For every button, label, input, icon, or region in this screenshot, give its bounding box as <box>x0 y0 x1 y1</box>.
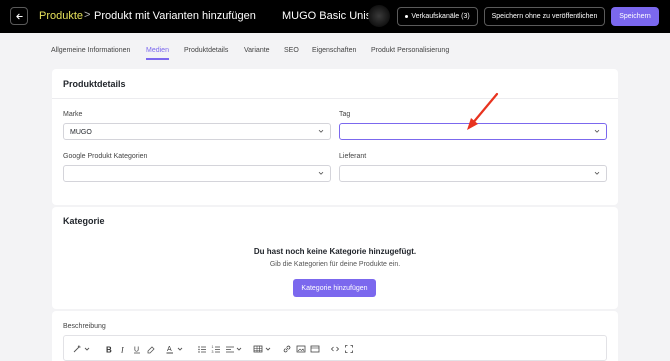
page-title: Produkt mit Varianten hinzufügen <box>94 10 256 22</box>
product-details-title: Produktdetails <box>63 79 126 89</box>
save-without-publish-button[interactable]: Speichern ohne zu veröffentlichen <box>484 7 605 26</box>
active-tab-indicator <box>146 58 169 60</box>
chevron-down-icon[interactable] <box>177 344 183 354</box>
chevron-down-icon[interactable] <box>265 344 271 354</box>
svg-text:B: B <box>106 346 112 355</box>
tab-product-details[interactable]: Produktdetails <box>184 47 228 54</box>
breadcrumb-products-link[interactable]: Produkte <box>39 10 83 22</box>
tag-select[interactable] <box>339 123 607 140</box>
tab-media[interactable]: Medien <box>146 47 169 54</box>
bold-icon[interactable]: B <box>104 344 114 355</box>
description-label: Beschreibung <box>63 323 106 330</box>
category-empty-subtitle: Gib die Kategorien für deine Produkte ei… <box>269 261 401 268</box>
save-button[interactable]: Speichern <box>611 7 659 26</box>
svg-text:U: U <box>134 347 139 354</box>
supplier-select[interactable] <box>339 165 607 182</box>
underline-icon[interactable]: U <box>132 344 142 354</box>
editor-toolbar: B I U A 13 <box>63 335 607 361</box>
product-name: MUGO Basic Unise: <box>282 10 381 22</box>
svg-text:I: I <box>120 346 124 355</box>
breadcrumb-separator: > <box>84 9 91 21</box>
google-category-select[interactable] <box>63 165 331 182</box>
media-icon[interactable] <box>310 344 320 354</box>
svg-text:1: 1 <box>212 345 214 349</box>
code-icon[interactable] <box>330 344 340 354</box>
divider <box>52 98 618 99</box>
numbered-list-icon[interactable]: 13 <box>211 344 221 354</box>
chevron-down-icon[interactable] <box>84 344 90 354</box>
bullet-list-icon[interactable] <box>197 344 207 354</box>
chevron-down-icon <box>594 129 600 133</box>
image-icon[interactable] <box>296 344 306 354</box>
category-title: Kategorie <box>63 216 105 226</box>
product-details-card: Produktdetails Marke MUGO Tag Google Pro… <box>52 69 618 205</box>
google-category-label: Google Produkt Kategorien <box>63 153 148 160</box>
tag-label: Tag <box>339 111 351 118</box>
category-empty-title: Du hast noch keine Kategorie hinzugefügt… <box>253 247 417 256</box>
back-button[interactable] <box>10 7 28 25</box>
sales-channels-button[interactable]: Verkaufskanäle (3) <box>397 7 478 26</box>
magic-wand-icon[interactable] <box>72 344 82 354</box>
tab-general-info[interactable]: Allgemeine Informationen <box>51 47 130 54</box>
text-color-icon[interactable]: A <box>165 344 175 354</box>
brand-select[interactable]: MUGO <box>63 123 331 140</box>
chevron-down-icon[interactable] <box>236 344 242 354</box>
dot-icon <box>405 15 409 18</box>
align-icon[interactable] <box>225 344 235 354</box>
tab-personalization[interactable]: Produkt Personalisierung <box>371 47 449 54</box>
product-thumbnail <box>368 5 390 27</box>
eraser-icon[interactable] <box>146 344 156 354</box>
chevron-down-icon <box>318 129 324 133</box>
italic-icon[interactable]: I <box>118 344 128 355</box>
category-card: Kategorie Du hast noch keine Kategorie h… <box>52 207 618 309</box>
sales-channels-label: Verkaufskanäle (3) <box>411 13 470 20</box>
svg-text:A: A <box>167 346 172 353</box>
supplier-label: Lieferant <box>339 153 367 160</box>
tab-seo[interactable]: SEO <box>284 47 299 54</box>
tab-variant[interactable]: Variante <box>244 47 270 54</box>
tab-properties[interactable]: Eigenschaften <box>312 47 356 54</box>
brand-value: MUGO <box>70 129 92 136</box>
tab-bar: Allgemeine Informationen Medien Produktd… <box>0 33 670 61</box>
brand-label: Marke <box>63 111 83 118</box>
arrow-left-icon <box>15 13 23 19</box>
chevron-down-icon <box>594 171 600 175</box>
fullscreen-icon[interactable] <box>344 344 354 354</box>
link-icon[interactable] <box>282 344 292 354</box>
description-card: Beschreibung B I U A 13 <box>52 311 618 361</box>
table-icon[interactable] <box>253 344 263 354</box>
chevron-down-icon <box>318 171 324 175</box>
top-bar: Produkte > Produkt mit Varianten hinzufü… <box>0 0 670 33</box>
svg-text:3: 3 <box>212 350 214 354</box>
add-category-button[interactable]: Kategorie hinzufügen <box>293 279 376 297</box>
